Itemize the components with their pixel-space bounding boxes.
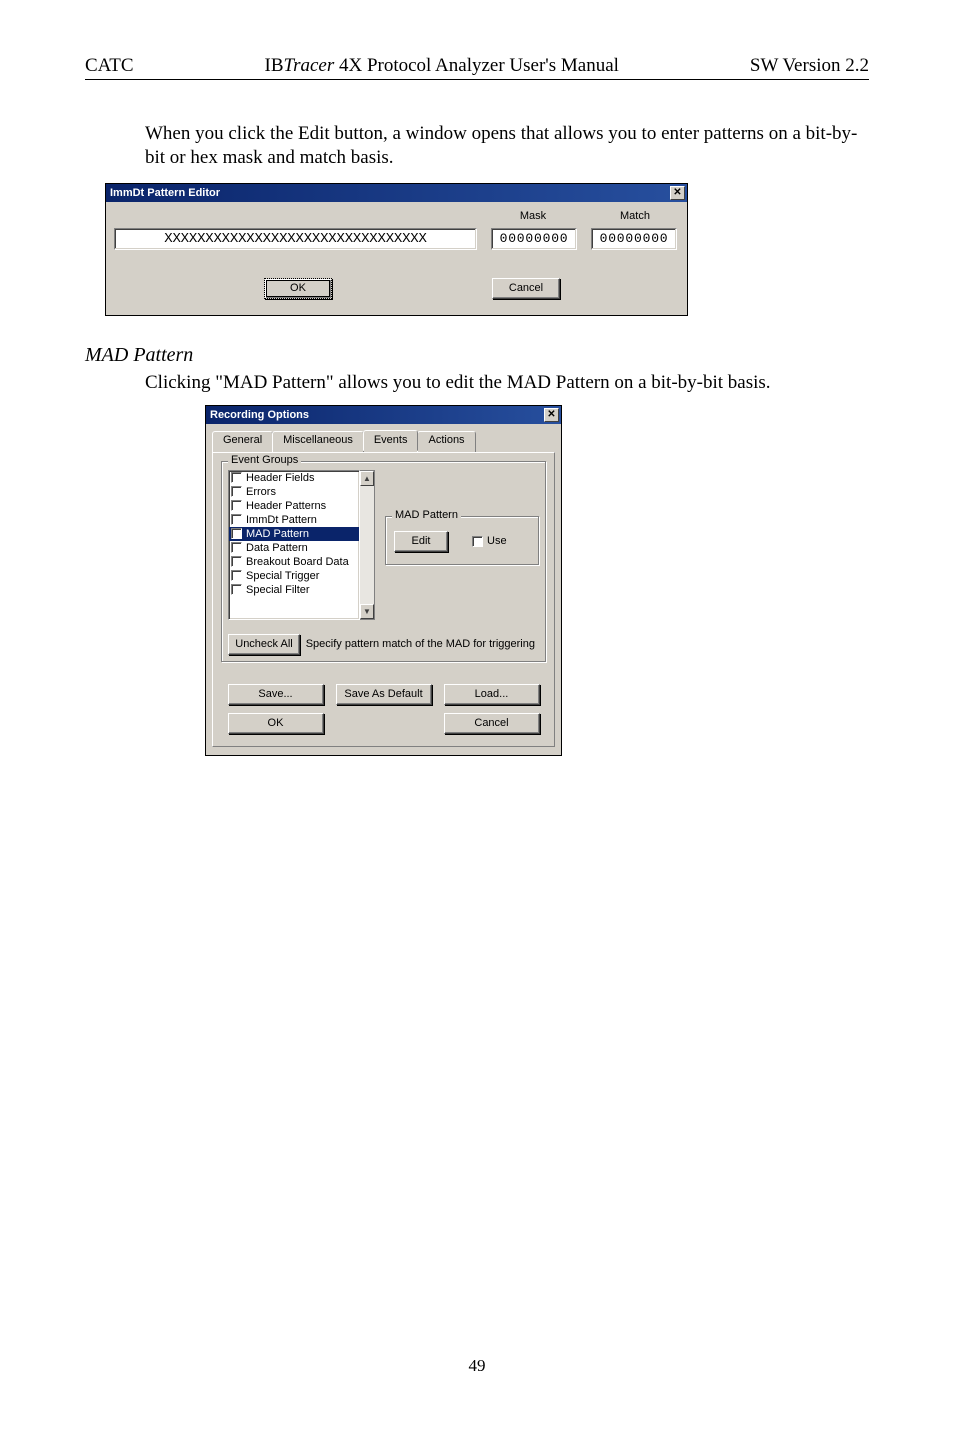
event-groups-box: Event Groups Header FieldsErrorsHeader P… [221, 461, 546, 662]
checkbox-icon[interactable] [231, 514, 242, 525]
list-item[interactable]: Breakout Board Data [229, 555, 359, 569]
recording-options-title: Recording Options [210, 409, 309, 421]
list-item-label: Header Patterns [246, 500, 326, 512]
checkbox-icon[interactable] [231, 528, 242, 539]
close-icon[interactable]: ✕ [670, 186, 685, 200]
bits-input[interactable]: XXXXXXXXXXXXXXXXXXXXXXXXXXXXXXXX [114, 228, 477, 250]
tabstrip: General Miscellaneous Events Actions [212, 431, 555, 453]
edit-button[interactable]: Edit [394, 531, 448, 552]
checkbox-icon[interactable] [231, 584, 242, 595]
immdt-titlebar: ImmDt Pattern Editor ✕ [106, 184, 687, 202]
cancel-button[interactable]: Cancel [492, 278, 560, 299]
event-groups-title: Event Groups [228, 454, 301, 466]
immdt-title: ImmDt Pattern Editor [110, 187, 220, 199]
header-left: CATC [85, 55, 134, 77]
paragraph-mad-intro: Clicking "MAD Pattern" allows you to edi… [145, 371, 869, 395]
list-item[interactable]: Header Patterns [229, 499, 359, 513]
mask-label: Mask [489, 210, 577, 222]
use-checkbox[interactable]: Use [472, 535, 507, 547]
list-item[interactable]: Special Filter [229, 583, 359, 597]
list-item-label: Data Pattern [246, 542, 308, 554]
checkbox-icon[interactable] [231, 570, 242, 581]
match-label: Match [591, 210, 679, 222]
scrollbar[interactable]: ▲ ▼ [360, 470, 375, 620]
checkbox-icon[interactable] [231, 556, 242, 567]
uncheck-all-button[interactable]: Uncheck All [228, 634, 300, 655]
checkbox-icon[interactable] [472, 536, 483, 547]
list-item-label: ImmDt Pattern [246, 514, 317, 526]
list-item-label: Special Filter [246, 584, 310, 596]
list-item-label: MAD Pattern [246, 528, 309, 540]
ok-button[interactable]: OK [228, 713, 324, 734]
tab-panel-events: Event Groups Header Fields Errors Header P… [212, 452, 555, 747]
list-item[interactable]: Special Trigger [229, 569, 359, 583]
page-number: 49 [85, 1356, 869, 1376]
scroll-up-icon[interactable]: ▲ [360, 471, 374, 486]
checkbox-icon[interactable] [231, 542, 242, 553]
close-icon[interactable]: ✕ [544, 408, 559, 422]
checkbox-icon[interactable] [231, 472, 242, 483]
tab-events[interactable]: Events [363, 430, 419, 451]
tab-actions[interactable]: Actions [417, 431, 475, 452]
list-item-label: Header Fields [246, 472, 314, 484]
section-title-mad-pattern: MAD Pattern [85, 344, 869, 367]
list-item-label: Breakout Board Data [246, 556, 349, 568]
list-item[interactable]: Header Fields [229, 471, 359, 485]
list-item-label: Special Trigger [246, 570, 319, 582]
paragraph-immdt-intro: When you click the Edit button, a window… [145, 122, 869, 171]
immdt-pattern-editor-dialog: ImmDt Pattern Editor ✕ Mask Match XXXXXX… [105, 183, 688, 316]
use-label: Use [487, 535, 507, 547]
list-item-label: Errors [246, 486, 276, 498]
header-right: SW Version 2.2 [750, 55, 869, 77]
list-item[interactable]: Data Pattern [229, 541, 359, 555]
list-item[interactable]: ImmDt Pattern [229, 513, 359, 527]
tab-general[interactable]: General [212, 431, 273, 452]
scroll-down-icon[interactable]: ▼ [360, 604, 374, 619]
mask-input[interactable]: 00000000 [491, 228, 577, 250]
checkbox-icon[interactable] [231, 500, 242, 511]
list-item[interactable]: MAD Pattern [229, 527, 359, 541]
recording-options-titlebar: Recording Options ✕ [206, 406, 561, 424]
mad-pattern-group-title: MAD Pattern [392, 509, 461, 521]
cancel-button[interactable]: Cancel [444, 713, 540, 734]
page-header: CATC IBTracer 4X Protocol Analyzer User'… [85, 55, 869, 80]
event-groups-listbox[interactable]: Header Fields Errors Header Patterns ImmDt … [228, 470, 360, 620]
save-as-default-button[interactable]: Save As Default [336, 684, 432, 705]
list-item[interactable]: Errors [229, 485, 359, 499]
header-center: IBTracer 4X Protocol Analyzer User's Man… [265, 55, 619, 77]
mad-pattern-group: MAD Pattern Edit Use [385, 516, 539, 565]
tab-miscellaneous[interactable]: Miscellaneous [272, 431, 364, 452]
hint-text: Specify pattern match of the MAD for tri… [300, 638, 539, 650]
match-input[interactable]: 00000000 [591, 228, 677, 250]
save-button[interactable]: Save... [228, 684, 324, 705]
recording-options-dialog: Recording Options ✕ General Miscellaneou… [205, 405, 562, 756]
checkbox-icon[interactable] [231, 486, 242, 497]
ok-button[interactable]: OK [264, 278, 332, 299]
load-button[interactable]: Load... [444, 684, 540, 705]
